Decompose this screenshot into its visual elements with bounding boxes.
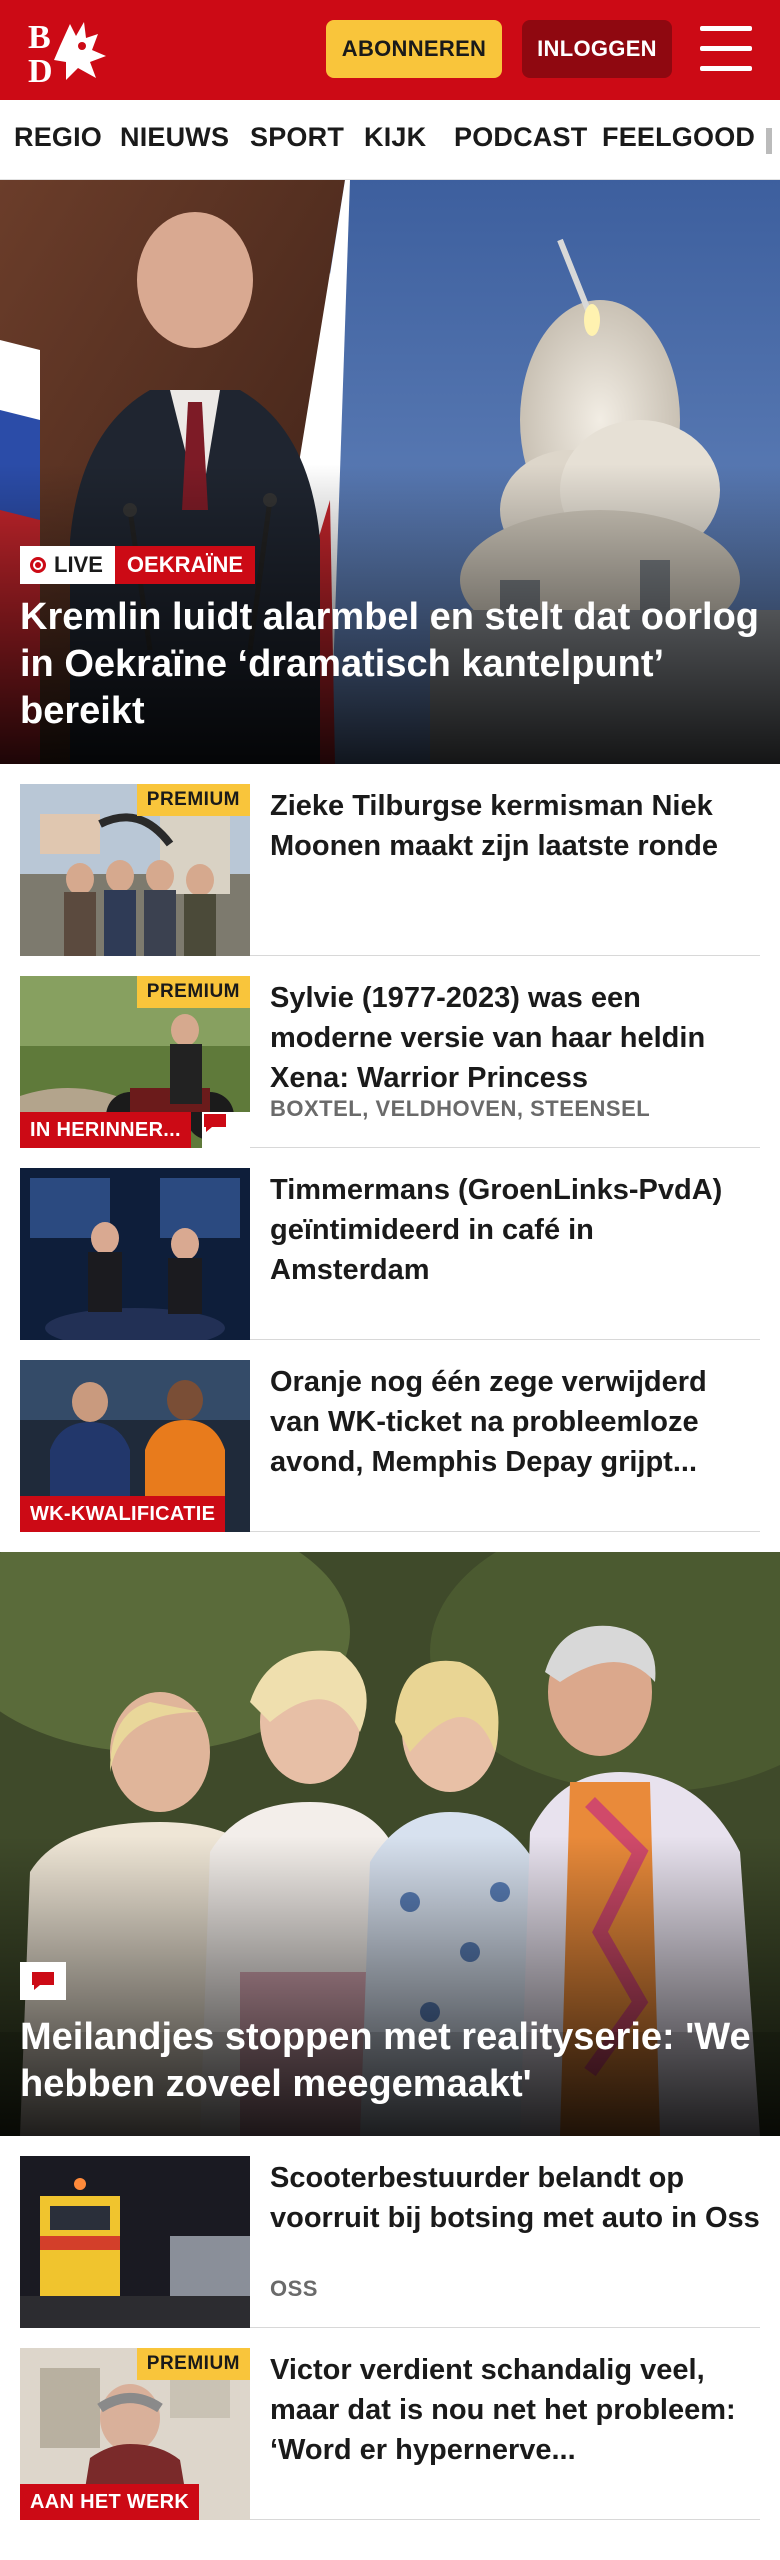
feature-article[interactable]: Meilandjes stoppen met realityserie: 'We…	[0, 1552, 780, 2136]
nav-item-podcast[interactable]: PODCAST	[454, 122, 587, 153]
nav-overflow-indicator	[766, 128, 772, 154]
article-title[interactable]: Zieke Tilburgse kermisman Niek Moonen ma…	[270, 786, 760, 866]
article-location: BOXTEL, VELDHOVEN, STEENSEL	[270, 1096, 651, 1121]
nav-item-kijk[interactable]: KIJK	[364, 122, 426, 153]
hero-badges: LIVE OEKRAÏNE	[20, 546, 256, 584]
menu-icon[interactable]	[700, 26, 752, 72]
svg-text:D: D	[28, 53, 53, 84]
list-item[interactable]: PREMIUM AAN HET WERK Victor verdient sch…	[20, 2328, 760, 2520]
live-badge: LIVE	[20, 546, 115, 584]
nav-item-sport[interactable]: SPORT	[250, 122, 344, 153]
bd-logo[interactable]: B D	[26, 16, 116, 90]
article-title[interactable]: Timmermans (GroenLinks-PvdA) geïntimidee…	[270, 1170, 760, 1290]
nav-item-feelgood[interactable]: FEELGOOD	[602, 122, 755, 153]
nav-item-nieuws[interactable]: NIEUWS	[120, 122, 229, 153]
article-title[interactable]: Victor verdient schandalig veel, maar da…	[270, 2350, 760, 2470]
hero-article[interactable]: LIVE OEKRAÏNE Kremlin luidt alarmbel en …	[0, 180, 780, 764]
list-item[interactable]: WK-KWALIFICATIE Oranje nog één zege verw…	[20, 1340, 760, 1532]
article-title[interactable]: Sylvie (1977-2023) was een moderne versi…	[270, 978, 760, 1098]
article-thumbnail	[20, 1168, 250, 1340]
subscribe-button[interactable]: ABONNEREN	[326, 20, 502, 78]
list-item[interactable]: Scooterbestuurder belandt op voorruit bi…	[20, 2136, 760, 2328]
hero-title[interactable]: Kremlin luidt alarmbel en stelt dat oorl…	[20, 594, 760, 735]
live-label: LIVE	[54, 552, 103, 577]
live-dot-icon	[30, 557, 46, 573]
article-title[interactable]: Oranje nog één zege verwijderd van WK-ti…	[270, 1362, 760, 1482]
category-tag[interactable]: IN HERINNER...	[20, 1112, 191, 1148]
premium-badge: PREMIUM	[136, 2348, 250, 2380]
premium-badge: PREMIUM	[136, 784, 250, 816]
article-location: OSS	[270, 2276, 318, 2301]
top-bar: B D ABONNEREN INLOGGEN	[0, 0, 780, 100]
premium-badge: PREMIUM	[136, 976, 250, 1008]
category-tag[interactable]: AAN HET WERK	[20, 2484, 200, 2520]
nav-item-regio[interactable]: REGIO	[14, 122, 102, 153]
article-thumbnail: PREMIUM AAN HET WERK	[20, 2348, 250, 2520]
comment-icon[interactable]	[202, 1112, 250, 1148]
category-tag[interactable]: WK-KWALIFICATIE	[20, 1496, 226, 1532]
svg-text:B: B	[28, 19, 51, 56]
section-nav: REGIO NIEUWS SPORT KIJK PODCAST FEELGOOD	[0, 100, 780, 180]
list-item[interactable]: Timmermans (GroenLinks-PvdA) geïntimidee…	[20, 1148, 760, 1340]
list-item[interactable]: PREMIUM Zieke Tilburgse kermisman Niek M…	[20, 764, 760, 956]
article-thumbnail: WK-KWALIFICATIE	[20, 1360, 250, 1532]
feature-title[interactable]: Meilandjes stoppen met realityserie: 'We…	[20, 2014, 760, 2108]
comment-icon[interactable]	[20, 1962, 66, 2000]
article-thumbnail	[20, 2156, 250, 2328]
login-button[interactable]: INLOGGEN	[522, 20, 672, 78]
article-thumbnail: PREMIUM	[20, 784, 250, 956]
article-title[interactable]: Scooterbestuurder belandt op voorruit bi…	[270, 2158, 760, 2238]
list-item[interactable]: PREMIUM IN HERINNER... Sylvie (1977-2023…	[20, 956, 760, 1148]
topic-badge[interactable]: OEKRAÏNE	[114, 546, 256, 584]
article-thumbnail: PREMIUM IN HERINNER...	[20, 976, 250, 1148]
